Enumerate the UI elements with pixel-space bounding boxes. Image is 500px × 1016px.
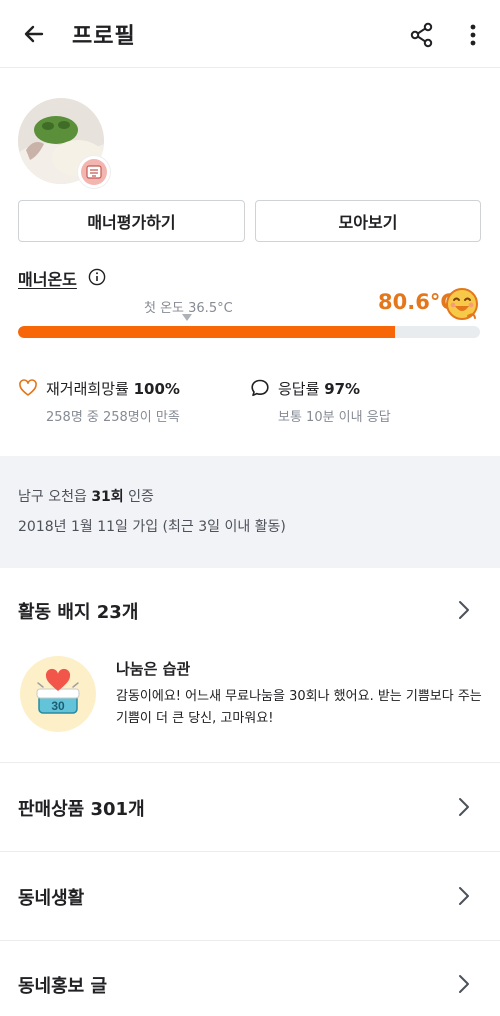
first-temp-marker: [182, 314, 192, 321]
manner-evaluate-button[interactable]: 매너평가하기: [18, 200, 245, 242]
gift-heart-badge-icon: 30: [36, 668, 80, 714]
location-auth: 남구 오천읍 31회 인증: [18, 486, 154, 506]
neighborhood-promo-row[interactable]: 동네홍보 글: [18, 972, 107, 998]
collect-button[interactable]: 모아보기: [255, 200, 481, 242]
chat-bubble-icon: [251, 379, 269, 397]
neighborhood-life-row[interactable]: 동네생활: [18, 884, 84, 910]
badge-name: 나눔은 습관: [116, 660, 191, 678]
manner-temp-bar: [18, 326, 480, 338]
smiling-face-icon: [446, 288, 478, 320]
share-icon: [410, 22, 433, 48]
divider: [0, 851, 500, 852]
response-rate: 응답률 97%: [278, 378, 360, 399]
divider: [0, 762, 500, 763]
response-rate-value: 97%: [324, 380, 361, 398]
response-rate-sub: 보통 10분 이내 응답: [278, 410, 391, 425]
chevron-right-icon[interactable]: [456, 599, 472, 621]
sales-items-row[interactable]: 판매상품 301개: [18, 795, 145, 821]
response-rate-label: 응답률: [278, 380, 320, 398]
manner-temp-bar-fill: [18, 326, 395, 338]
activity-badges-title[interactable]: 활동 배지 23개: [18, 598, 138, 624]
verification-box: [0, 456, 500, 568]
auth-count: 31회: [91, 489, 124, 505]
chevron-right-icon[interactable]: [456, 973, 472, 995]
chevron-right-icon[interactable]: [456, 796, 472, 818]
rehire-rate-sub: 258명 중 258명이 만족: [46, 410, 180, 425]
chevron-right-icon[interactable]: [456, 885, 472, 907]
auth-suffix: 인증: [128, 489, 154, 505]
badge-icon: [81, 159, 107, 185]
page-title: 프로필: [72, 24, 136, 49]
sharing-habit-badge[interactable]: 30: [20, 656, 96, 732]
badge-number: 30: [51, 699, 65, 713]
auth-prefix: 남구 오천읍: [18, 489, 87, 505]
share-button[interactable]: [404, 18, 440, 52]
badge-description: 감동이에요! 어느새 무료나눔을 30회나 했어요. 받는 기쁨보다 주는 기쁨…: [116, 689, 482, 726]
more-options-button[interactable]: [458, 18, 488, 52]
profile-badge: [78, 156, 110, 188]
info-icon[interactable]: [88, 268, 106, 286]
arrow-left-icon: [24, 25, 44, 43]
app-header: 프로필: [0, 0, 500, 68]
rehire-rate: 재거래희망률 100%: [46, 378, 180, 399]
manner-temp-label[interactable]: 매너온도: [18, 266, 77, 290]
heart-icon: [19, 379, 37, 396]
divider: [0, 940, 500, 941]
more-vertical-icon: [470, 24, 476, 46]
back-button[interactable]: [14, 16, 54, 52]
rehire-rate-label: 재거래희망률: [46, 380, 129, 398]
join-date: 2018년 1월 11일 가입 (최근 3일 이내 활동): [18, 519, 286, 535]
rehire-rate-value: 100%: [133, 380, 180, 398]
